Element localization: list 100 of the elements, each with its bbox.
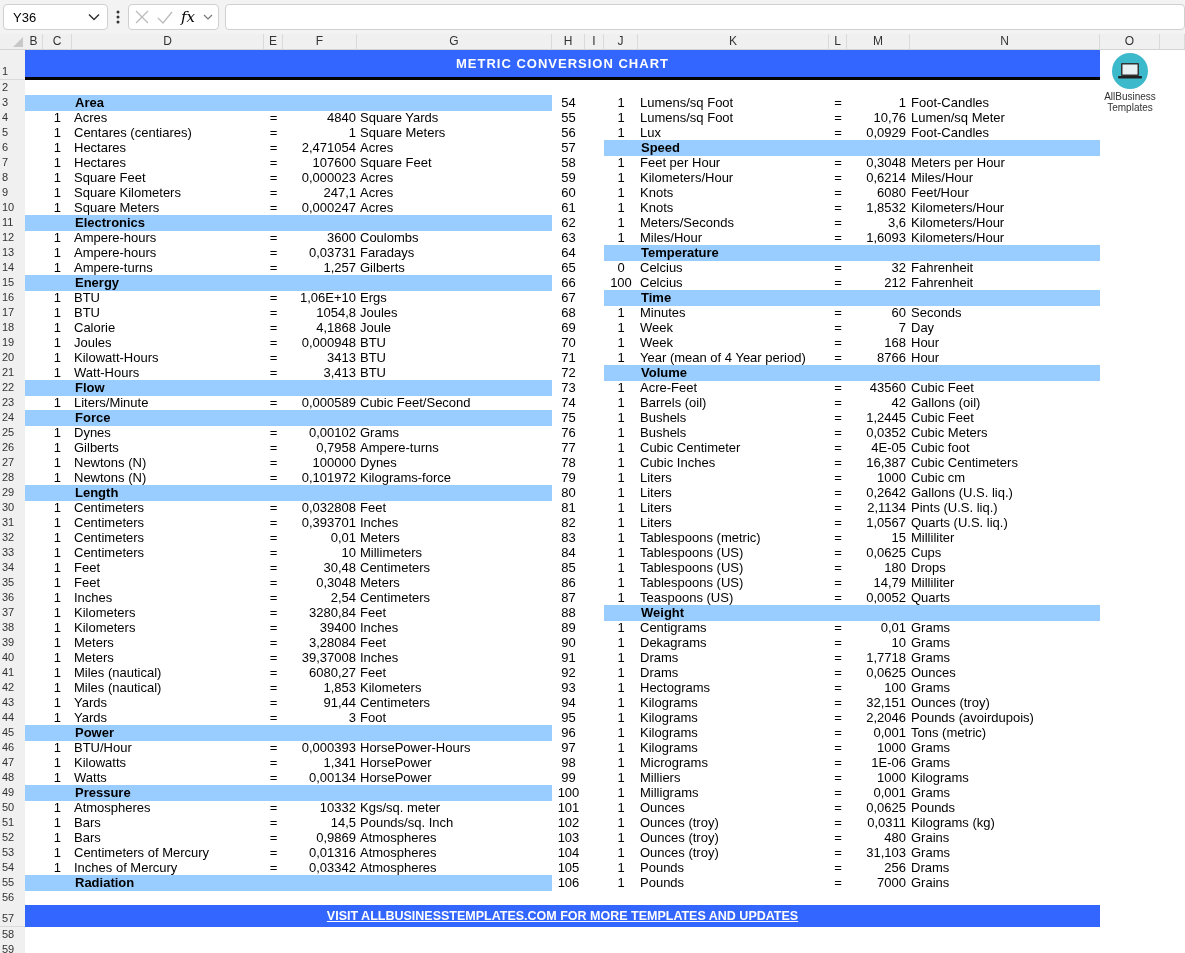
insert-function-button[interactable]: fx [181,8,195,26]
row-header[interactable]: 14 [0,260,25,276]
row-header[interactable]: 57 [0,905,25,927]
source-unit-cell-text: Centimeters [73,530,146,546]
row-header[interactable]: 47 [0,755,25,771]
column-header[interactable]: D [72,34,264,49]
row-header[interactable]: 41 [0,665,25,681]
row-header[interactable]: 13 [0,245,25,261]
row-number-cell-text: 73 [560,380,577,396]
row-header[interactable]: 44 [0,710,25,726]
row-header[interactable]: 38 [0,620,25,636]
row-header[interactable]: 54 [0,860,25,876]
select-all-icon[interactable] [13,37,23,47]
row-header[interactable]: 32 [0,530,25,546]
column-header[interactable]: B [25,34,43,49]
row-header[interactable]: 10 [0,200,25,216]
row-header[interactable]: 20 [0,350,25,366]
row-header[interactable]: 43 [0,695,25,711]
column-header[interactable]: M [847,34,910,49]
row-header[interactable]: 31 [0,515,25,531]
name-box[interactable]: Y36 [3,4,108,30]
quantity-cell-text: 1 [616,620,626,636]
row-header[interactable]: 2 [0,80,25,96]
column-header[interactable]: H [552,34,585,49]
row-header[interactable]: 34 [0,560,25,576]
formula-input[interactable] [225,4,1185,30]
row-header[interactable]: 23 [0,395,25,411]
row-header[interactable]: 25 [0,425,25,441]
row-header[interactable]: 1 [0,50,25,80]
column-header[interactable]: C [43,34,72,49]
row-header[interactable]: 18 [0,320,25,336]
more-options-icon[interactable] [116,10,120,24]
row-header[interactable]: 55 [0,875,25,891]
row-header[interactable]: 46 [0,740,25,756]
row-header[interactable]: 6 [0,140,25,156]
row-header[interactable]: 40 [0,650,25,666]
column-header[interactable]: E [264,34,283,49]
row-header[interactable]: 36 [0,590,25,606]
row-number-cell-text: 100 [556,785,581,801]
row-header[interactable]: 30 [0,500,25,516]
row-header[interactable]: 35 [0,575,25,591]
row-header[interactable]: 28 [0,470,25,486]
row-header[interactable]: 5 [0,125,25,141]
source-unit-cell-text: Square Feet [73,170,147,186]
row-header[interactable]: 16 [0,290,25,306]
row-header[interactable]: 11 [0,215,25,231]
column-header[interactable]: L [829,34,847,49]
row-header[interactable]: 56 [0,890,25,906]
equals-cell-text: = [833,410,843,426]
value-cell-text: 1,853 [322,680,357,696]
column-header[interactable]: G [357,34,552,49]
row-header[interactable]: 9 [0,185,25,201]
row-header[interactable]: 22 [0,380,25,396]
row-header[interactable]: 50 [0,800,25,816]
equals-cell-text: = [268,680,279,696]
row-header[interactable]: 27 [0,455,25,471]
row-header[interactable]: 58 [0,927,25,943]
equals-cell-text: = [268,200,279,216]
row-header[interactable]: 8 [0,170,25,186]
row-header[interactable]: 24 [0,410,25,426]
row-header[interactable]: 12 [0,230,25,246]
quantity-cell-text: 1 [52,560,62,576]
row-header[interactable]: 37 [0,605,25,621]
row-header[interactable]: 42 [0,680,25,696]
row-header[interactable]: 51 [0,815,25,831]
cancel-icon[interactable] [135,10,149,24]
target-unit-cell-text: Day [910,320,936,336]
row-header[interactable]: 29 [0,485,25,501]
row-header[interactable]: 52 [0,830,25,846]
row-header[interactable]: 45 [0,725,25,741]
column-header[interactable]: J [604,34,638,49]
column-header[interactable]: K [638,34,829,49]
row-header[interactable]: 48 [0,770,25,786]
row-header[interactable]: 33 [0,545,25,561]
check-icon[interactable] [157,10,173,24]
row-header[interactable]: 4 [0,110,25,126]
row-header[interactable]: 49 [0,785,25,801]
row-header[interactable]: 3 [0,95,25,111]
row-header[interactable]: 17 [0,305,25,321]
row-header[interactable]: 19 [0,335,25,351]
row-header[interactable]: 53 [0,845,25,861]
quantity-cell-text: 1 [52,695,62,711]
source-unit-cell-text: Liters [639,515,673,531]
column-header[interactable]: F [283,34,357,49]
row-header[interactable]: 21 [0,365,25,381]
chevron-down-icon[interactable] [203,13,213,21]
target-unit-cell-text: Grams [910,650,951,666]
row-header[interactable]: 59 [0,942,25,953]
column-header[interactable]: O [1100,34,1160,49]
row-header[interactable]: 15 [0,275,25,291]
website-link[interactable]: VISIT ALLBUSINESSTEMPLATES.COM FOR MORE TEMPLATES AND UPDATES [326,908,799,924]
row-number-cell-text: 78 [560,455,577,471]
row-header[interactable]: 39 [0,635,25,651]
target-unit-cell-text: Grams [910,635,951,651]
equals-cell-text: = [833,185,843,201]
row-header[interactable]: 26 [0,440,25,456]
quantity-cell-text: 1 [616,800,626,816]
column-header[interactable]: I [585,34,604,49]
column-header[interactable]: N [910,34,1100,49]
row-header[interactable]: 7 [0,155,25,171]
